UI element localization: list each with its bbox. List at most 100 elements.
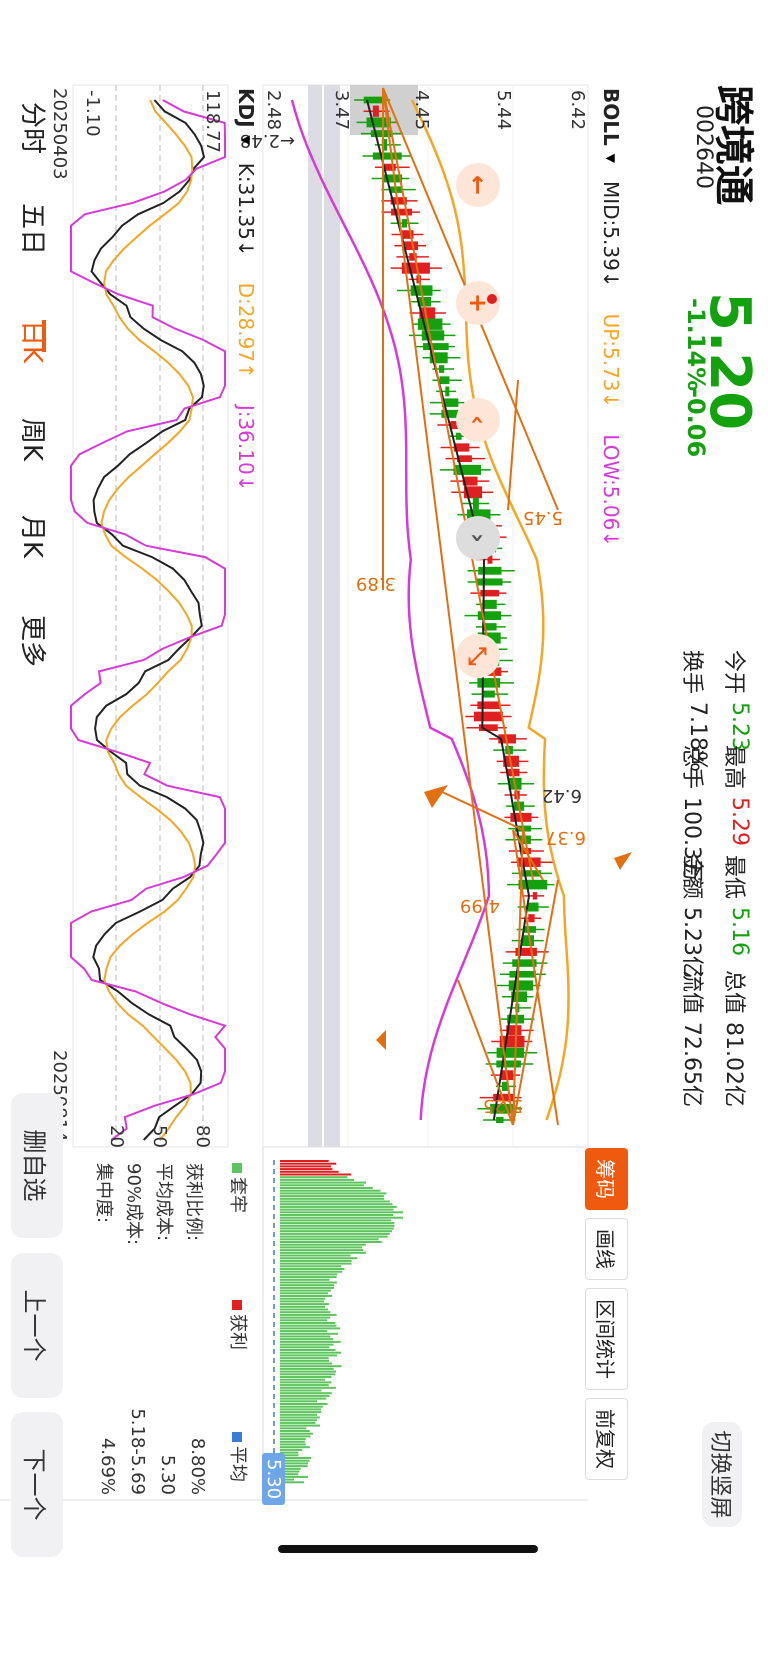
chip-bar xyxy=(279,1222,395,1225)
price-axis-label: 5.44 xyxy=(493,90,514,130)
annot-545: 5.45 xyxy=(523,507,563,528)
next-button[interactable]: 下一个 xyxy=(11,1412,63,1557)
period-tab[interactable]: 五日 xyxy=(16,203,53,255)
chip-bar xyxy=(279,1168,333,1171)
drawing-strip xyxy=(324,85,340,1147)
chip-bar xyxy=(280,1319,328,1322)
chevron-down-icon[interactable]: ▼ xyxy=(239,136,253,145)
candle-body xyxy=(417,318,443,330)
period-tab[interactable]: 周K xyxy=(16,418,53,461)
candle-body xyxy=(528,914,535,923)
chip-bar xyxy=(279,1292,329,1295)
active-tab-indicator xyxy=(42,320,46,352)
chip-bar xyxy=(279,1270,343,1273)
kdj-k-value: K:31.35↓ xyxy=(234,162,258,257)
kdj-axis-bottom: -1.10 xyxy=(82,90,103,137)
chip-bar xyxy=(279,1313,337,1316)
chip-bar xyxy=(280,1378,326,1381)
chip-bar xyxy=(280,1438,306,1441)
chip-bar xyxy=(279,1446,310,1449)
chip-bar xyxy=(280,1443,306,1446)
home-indicator xyxy=(278,1545,538,1553)
chip-bar xyxy=(279,1278,330,1281)
candle-body xyxy=(476,578,503,586)
kdj-chart-frame xyxy=(72,84,229,1148)
candle-body xyxy=(472,497,479,510)
kdj-selector[interactable]: KDJ xyxy=(234,88,258,128)
kdj-axis-top: 118.77 xyxy=(202,90,223,153)
candle-body xyxy=(477,701,500,710)
chip-bar xyxy=(279,1427,307,1430)
chevron-up-icon[interactable]: ‹ xyxy=(456,398,500,442)
candle-body xyxy=(509,970,536,978)
chip-bar xyxy=(280,1281,337,1284)
chip-bar xyxy=(279,1403,328,1405)
chip-bar xyxy=(279,1357,329,1360)
collapse-icon[interactable]: ⤡ xyxy=(456,634,500,678)
chevron-down-icon[interactable]: › xyxy=(456,516,500,560)
chip-bar xyxy=(280,1189,381,1192)
chip-bar xyxy=(280,1170,339,1173)
chip-bar xyxy=(279,1243,366,1246)
price-axis-label: 4.45 xyxy=(411,90,432,130)
chip-bar xyxy=(280,1324,337,1327)
kdj-j-value: J:36.10↓ xyxy=(234,404,258,492)
period-tab[interactable]: 分时 xyxy=(16,102,53,154)
chip-bar xyxy=(279,1311,331,1314)
chip-bar xyxy=(280,1432,314,1435)
candle-body xyxy=(453,464,482,475)
candle-body xyxy=(521,935,534,947)
chip-legend-average: 平均 xyxy=(226,1432,252,1482)
chip-bar xyxy=(280,1224,395,1227)
period-tab[interactable]: 月K xyxy=(16,515,53,558)
chip-stat-label: 集中度: xyxy=(93,1163,114,1224)
chip-bar xyxy=(280,1430,310,1432)
candlestick-series xyxy=(354,96,555,1124)
candle-body xyxy=(477,611,502,620)
previous-button[interactable]: 上一个 xyxy=(11,1253,63,1398)
chip-bar xyxy=(280,1330,328,1333)
chip-bar xyxy=(279,1354,338,1357)
chip-bar xyxy=(280,1203,393,1206)
period-tab[interactable]: 更多 xyxy=(16,615,53,667)
chip-bar xyxy=(280,1448,303,1451)
candle-body xyxy=(372,152,402,160)
chip-bar xyxy=(280,1197,385,1200)
chip-bar xyxy=(280,1284,335,1287)
candle-body xyxy=(401,219,408,228)
chip-bar xyxy=(279,1178,355,1181)
candle-body xyxy=(478,566,502,575)
chip-stat-label: 平均成本: xyxy=(153,1163,174,1242)
chip-bar xyxy=(279,1384,329,1387)
chip-bar xyxy=(280,1195,384,1198)
chip-bar xyxy=(280,1303,329,1306)
chip-bar xyxy=(280,1286,335,1289)
remove-watchlist-button[interactable]: 删自选 xyxy=(11,1093,63,1238)
chip-bar xyxy=(280,1216,404,1219)
annot-525: 5.25 xyxy=(483,1095,523,1116)
chip-bar xyxy=(280,1211,404,1214)
chip-bar xyxy=(280,1276,337,1279)
annot-642: 6.42 xyxy=(542,785,582,806)
chip-bar xyxy=(279,1200,390,1203)
chip-bar xyxy=(280,1416,320,1419)
period-tab[interactable]: 日K xyxy=(16,320,53,363)
drawing-strip xyxy=(308,85,322,1147)
chip-bar xyxy=(279,1419,318,1422)
chip-bar xyxy=(279,1235,388,1238)
annot-637: 6.37 xyxy=(546,827,586,848)
chip-bar xyxy=(279,1322,336,1324)
chip-bar xyxy=(279,1300,325,1303)
annot-389: 3.89 xyxy=(356,573,396,594)
chip-bar xyxy=(280,1405,323,1408)
chip-bar xyxy=(280,1343,334,1346)
kdj-j-line xyxy=(70,99,227,1141)
chip-bar xyxy=(279,1408,321,1411)
chip-stat-label: 获利比例: xyxy=(183,1163,204,1242)
chip-bar xyxy=(280,1305,326,1308)
arrow-marker xyxy=(376,1030,386,1050)
chip-bar xyxy=(279,1338,334,1341)
chip-bar xyxy=(279,1424,321,1427)
kdj-d-value: D:28.97↑ xyxy=(234,282,258,379)
move-left-icon[interactable]: ← xyxy=(456,163,500,207)
